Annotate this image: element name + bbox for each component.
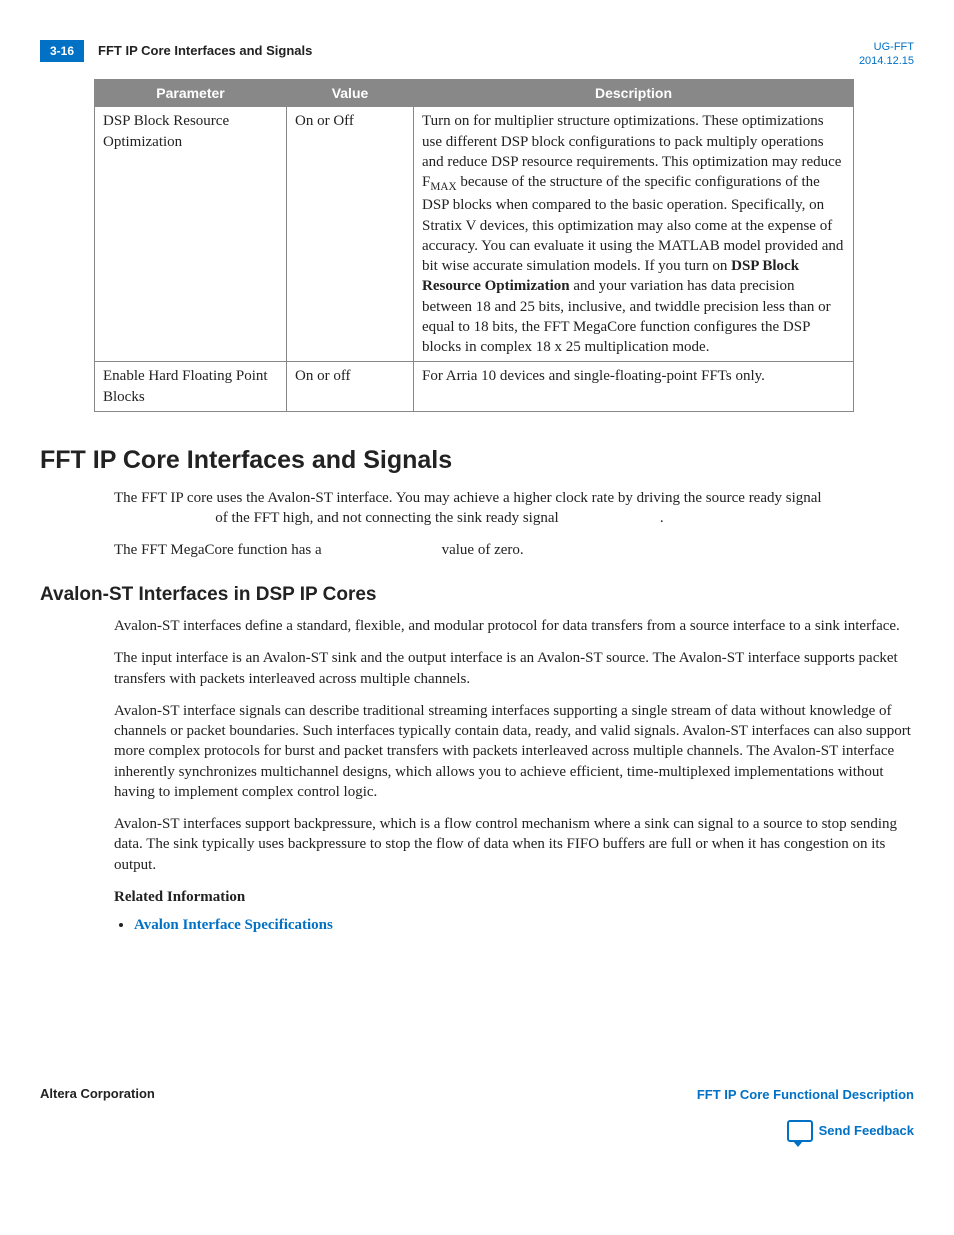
parameter-table: Parameter Value Description DSP Block Re… xyxy=(94,79,854,412)
table-row: Enable Hard Floating Point Blocks On or … xyxy=(95,362,854,412)
doc-reference: UG-FFT xyxy=(859,40,914,54)
cell-description: For Arria 10 devices and single-floating… xyxy=(414,362,854,412)
doc-date: 2014.12.15 xyxy=(859,54,914,68)
body-paragraph: Avalon-ST interfaces define a standard, … xyxy=(114,616,914,636)
cell-description: Turn on for multiplier structure optimiz… xyxy=(414,107,854,362)
col-header-description: Description xyxy=(414,79,854,107)
table-row: DSP Block Resource Optimization On or Of… xyxy=(95,107,854,362)
page-footer: Altera Corporation FFT IP Core Functiona… xyxy=(40,1085,914,1141)
send-feedback-row[interactable]: Send Feedback xyxy=(697,1120,914,1142)
related-info-heading: Related Information xyxy=(114,887,914,907)
body-paragraph: The input interface is an Avalon-ST sink… xyxy=(114,648,914,689)
feedback-bubble-icon xyxy=(787,1120,813,1142)
page-header: 3-16 FFT IP Core Interfaces and Signals … xyxy=(40,40,914,69)
header-left: 3-16 FFT IP Core Interfaces and Signals xyxy=(40,40,312,62)
body-paragraph: Avalon-ST interfaces support backpressur… xyxy=(114,814,914,875)
footer-chapter-link[interactable]: FFT IP Core Functional Description xyxy=(697,1087,914,1102)
related-link-avalon[interactable]: Avalon Interface Specifications xyxy=(134,917,333,933)
body-paragraph: Avalon-ST interface signals can describe… xyxy=(114,701,914,802)
footer-right: FFT IP Core Functional Description Send … xyxy=(697,1085,914,1141)
body-paragraph: The FFT MegaCore function has a value of… xyxy=(114,540,914,560)
related-info-list: Avalon Interface Specifications xyxy=(114,915,914,935)
cell-value: On or off xyxy=(287,362,414,412)
list-item: Avalon Interface Specifications xyxy=(134,915,914,935)
section-heading-avalon-st: Avalon-ST Interfaces in DSP IP Cores xyxy=(40,582,914,608)
header-chapter-title: FFT IP Core Interfaces and Signals xyxy=(98,42,312,60)
section-heading-interfaces: FFT IP Core Interfaces and Signals xyxy=(40,444,914,478)
header-right: UG-FFT 2014.12.15 xyxy=(859,40,914,69)
cell-value: On or Off xyxy=(287,107,414,362)
cell-param: DSP Block Resource Optimization xyxy=(95,107,287,362)
send-feedback-link[interactable]: Send Feedback xyxy=(819,1122,914,1140)
col-header-value: Value xyxy=(287,79,414,107)
cell-param: Enable Hard Floating Point Blocks xyxy=(95,362,287,412)
page-number-badge: 3-16 xyxy=(40,40,84,62)
col-header-parameter: Parameter xyxy=(95,79,287,107)
body-paragraph: The FFT IP core uses the Avalon-ST inter… xyxy=(114,488,914,529)
footer-company: Altera Corporation xyxy=(40,1085,155,1103)
